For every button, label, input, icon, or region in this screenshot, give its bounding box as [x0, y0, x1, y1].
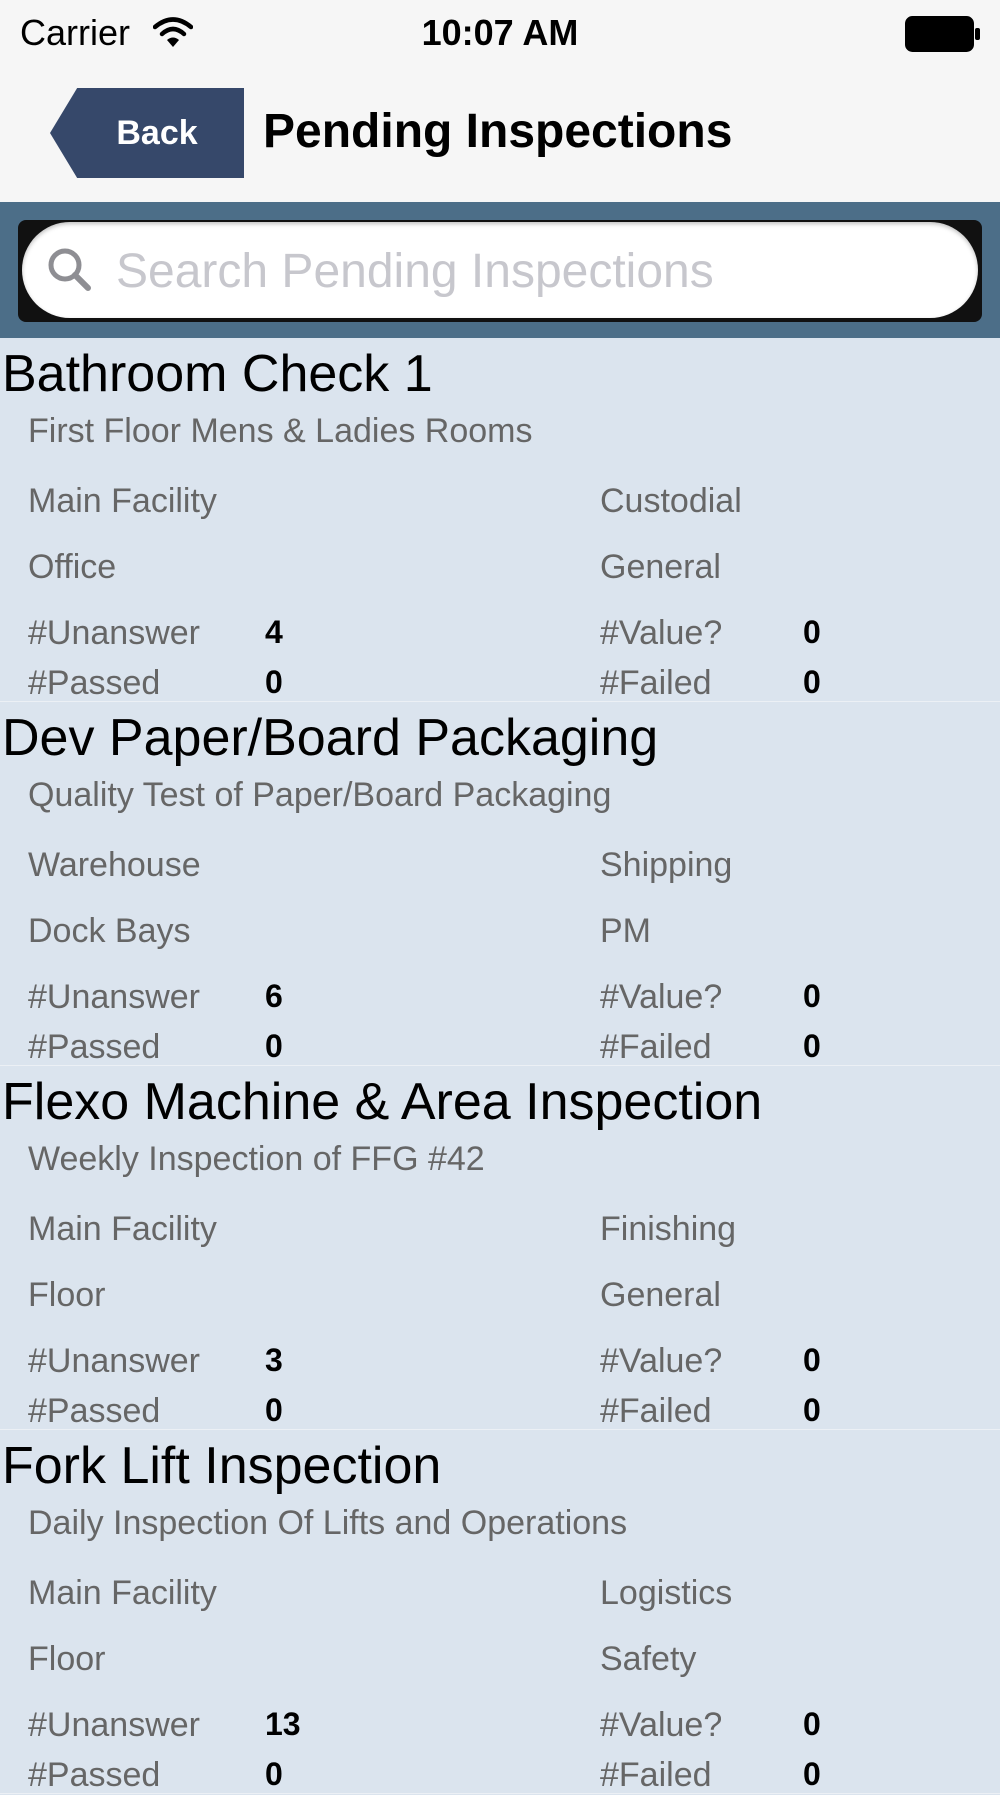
- inspection-list: Bathroom Check 1 First Floor Mens & Ladi…: [0, 338, 1000, 1794]
- item-facility: Main Facility: [28, 1210, 217, 1248]
- failed-label: #Failed: [600, 1756, 712, 1794]
- back-button-label: Back: [116, 113, 198, 152]
- failed-label: #Failed: [600, 1028, 712, 1066]
- passed-count: 0: [265, 664, 283, 700]
- battery-icon: [905, 16, 980, 52]
- item-title: Fork Lift Inspection: [2, 1437, 442, 1495]
- value-label: #Value?: [600, 614, 723, 652]
- search-input[interactable]: [114, 228, 958, 314]
- value-count: 0: [803, 614, 821, 650]
- failed-count: 0: [803, 1392, 821, 1428]
- failed-count: 0: [803, 1028, 821, 1064]
- item-category: General: [600, 1276, 721, 1314]
- item-facility: Warehouse: [28, 846, 201, 884]
- value-label: #Value?: [600, 978, 723, 1016]
- item-area: Dock Bays: [28, 912, 191, 950]
- passed-label: #Passed: [28, 1756, 161, 1794]
- item-title: Bathroom Check 1: [2, 345, 433, 403]
- unanswered-label: #Unanswer: [28, 1342, 200, 1380]
- item-department: Logistics: [600, 1574, 733, 1612]
- item-subtitle: Daily Inspection Of Lifts and Operations: [28, 1504, 628, 1542]
- item-category: PM: [600, 912, 651, 950]
- failed-label: #Failed: [600, 664, 712, 702]
- failed-count: 0: [803, 664, 821, 700]
- item-facility: Main Facility: [28, 1574, 217, 1612]
- item-title: Flexo Machine & Area Inspection: [2, 1073, 763, 1131]
- unanswered-count: 4: [265, 614, 283, 650]
- unanswered-count: 13: [265, 1706, 301, 1742]
- list-item-bathroom-check[interactable]: Bathroom Check 1 First Floor Mens & Ladi…: [0, 338, 1000, 702]
- item-department: Shipping: [600, 846, 733, 884]
- status-time: 10:07 AM: [421, 12, 579, 53]
- value-count: 0: [803, 978, 821, 1014]
- passed-label: #Passed: [28, 1392, 161, 1430]
- unanswered-label: #Unanswer: [28, 614, 200, 652]
- failed-count: 0: [803, 1756, 821, 1792]
- item-subtitle: Quality Test of Paper/Board Packaging: [28, 776, 612, 814]
- search-icon: [48, 248, 91, 291]
- passed-count: 0: [265, 1028, 283, 1064]
- back-button[interactable]: Back: [50, 88, 244, 178]
- search-field[interactable]: [22, 222, 978, 318]
- passed-label: #Passed: [28, 1028, 161, 1066]
- value-count: 0: [803, 1342, 821, 1378]
- item-area: Floor: [28, 1640, 106, 1678]
- item-department: Custodial: [600, 482, 742, 520]
- item-category: General: [600, 548, 721, 586]
- value-label: #Value?: [600, 1342, 723, 1380]
- item-title: Dev Paper/Board Packaging: [2, 709, 659, 767]
- value-label: #Value?: [600, 1706, 723, 1744]
- unanswered-label: #Unanswer: [28, 1706, 200, 1744]
- item-subtitle: First Floor Mens & Ladies Rooms: [28, 412, 533, 450]
- passed-label: #Passed: [28, 664, 161, 702]
- item-area: Floor: [28, 1276, 106, 1314]
- list-item-fork-lift[interactable]: Fork Lift Inspection Daily Inspection Of…: [0, 1430, 1000, 1794]
- passed-count: 0: [265, 1756, 283, 1792]
- list-item-dev-paper-board[interactable]: Dev Paper/Board Packaging Quality Test o…: [0, 702, 1000, 1066]
- value-count: 0: [803, 1706, 821, 1742]
- unanswered-count: 3: [265, 1342, 283, 1378]
- item-area: Office: [28, 548, 117, 586]
- item-department: Finishing: [600, 1210, 737, 1248]
- unanswered-label: #Unanswer: [28, 978, 200, 1016]
- top-bar: Carrier 10:07 AM Back Pending Inspection…: [0, 0, 1000, 202]
- passed-count: 0: [265, 1392, 283, 1428]
- item-category: Safety: [600, 1640, 697, 1678]
- item-subtitle: Weekly Inspection of FFG #42: [28, 1140, 485, 1178]
- unanswered-count: 6: [265, 978, 283, 1014]
- failed-label: #Failed: [600, 1392, 712, 1430]
- status-bar: Carrier 10:07 AM: [0, 0, 1000, 66]
- page-title: Pending Inspections: [263, 105, 733, 158]
- list-item-flexo-machine[interactable]: Flexo Machine & Area Inspection Weekly I…: [0, 1066, 1000, 1430]
- item-facility: Main Facility: [28, 482, 217, 520]
